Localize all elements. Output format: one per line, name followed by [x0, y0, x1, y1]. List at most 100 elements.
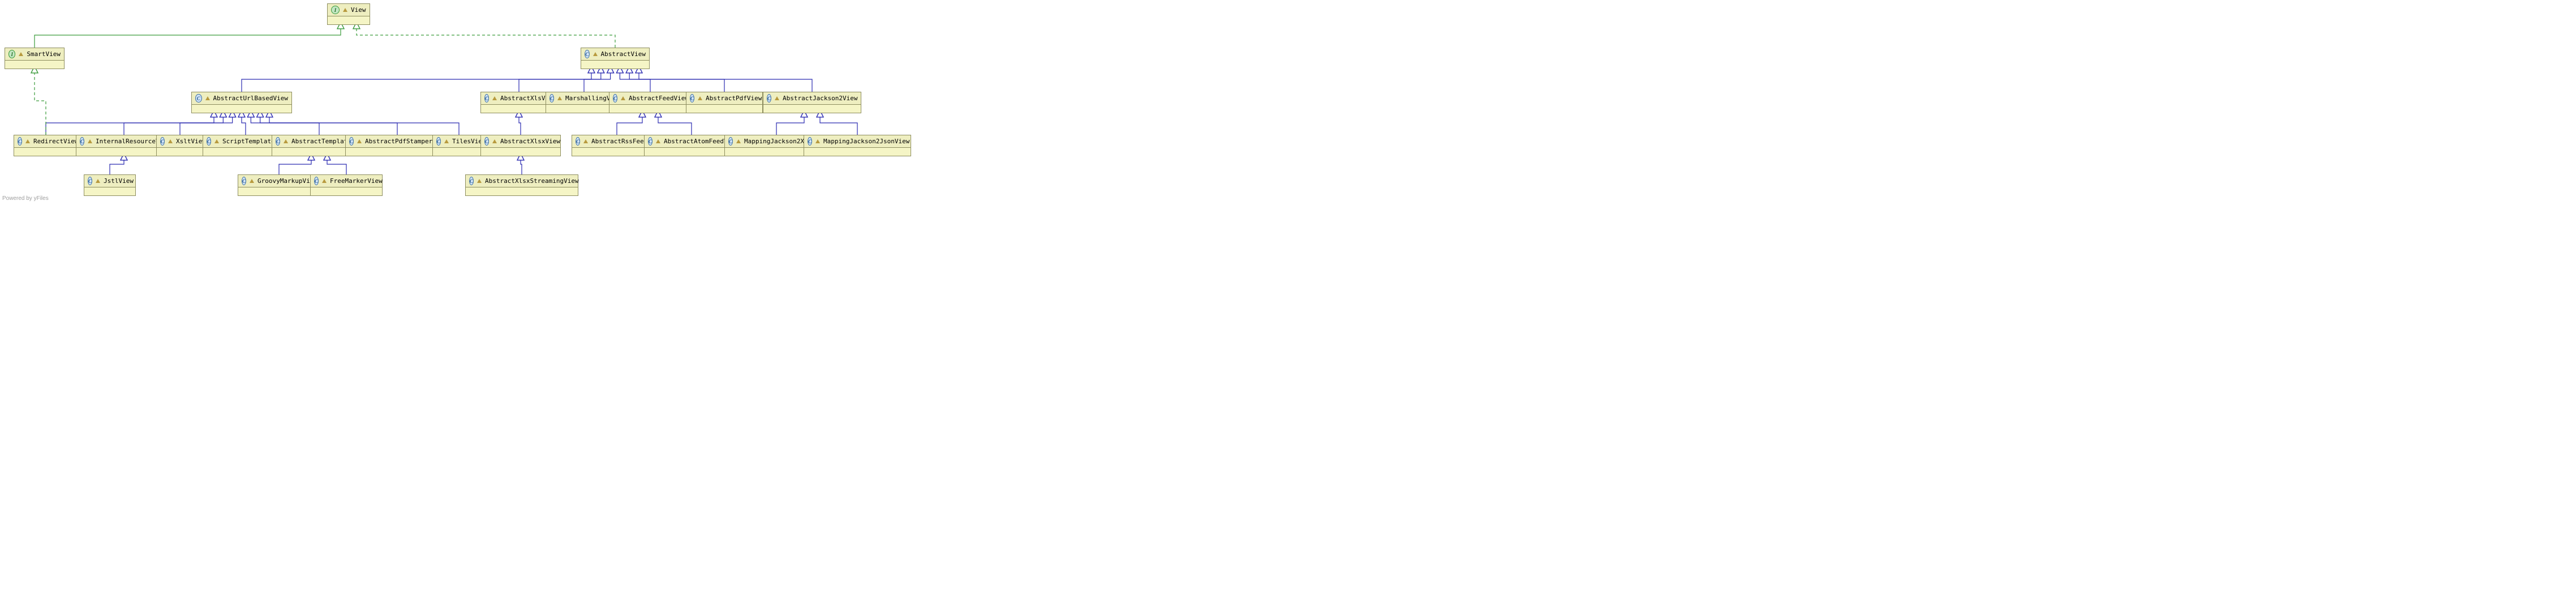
uml-node-body: [763, 105, 861, 113]
hierarchy-triangle-icon: [477, 179, 482, 183]
uml-node-label: View: [351, 6, 366, 14]
class-icon: C: [314, 177, 319, 185]
class-icon: C: [276, 137, 280, 146]
class-icon: C: [576, 137, 580, 146]
uml-node-body: [84, 187, 135, 195]
hierarchy-triangle-icon: [775, 96, 779, 100]
uml-node-label: SmartView: [27, 50, 61, 58]
hierarchy-triangle-icon: [444, 139, 449, 143]
edge-abstractpdfstamp-to-abstracturlbased: [260, 111, 397, 135]
class-icon: C: [808, 137, 812, 146]
uml-node-abstracturlbased[interactable]: CAbstractUrlBasedView: [191, 92, 292, 113]
edge-scripttmpl-to-abstracturlbased: [242, 111, 246, 135]
hierarchy-triangle-icon: [492, 96, 497, 100]
uml-node-label: FreeMarkerView: [330, 177, 383, 185]
uml-node-label: AbstractXlsxView: [500, 138, 560, 145]
edge-abstractjackson2-to-abstractview: [639, 67, 812, 92]
hierarchy-triangle-icon: [557, 96, 562, 100]
uml-node-label: AbstractView: [601, 50, 646, 58]
uml-node-jstl[interactable]: CJstlView: [84, 174, 136, 196]
edge-abstractfeed-to-abstractview: [620, 67, 650, 92]
hierarchy-triangle-icon: [656, 139, 660, 143]
uml-node-freemarker[interactable]: C FreeMarkerView: [310, 174, 383, 196]
edge-abstractatomfeed-to-abstractfeed: [658, 111, 692, 135]
class-icon: C: [242, 177, 246, 185]
uml-node-body: [686, 105, 762, 113]
hierarchy-triangle-icon: [698, 96, 702, 100]
class-icon: C: [728, 137, 733, 146]
uml-node-view[interactable]: IView: [327, 3, 370, 25]
uml-node-abstractview[interactable]: C AbstractView: [581, 48, 650, 69]
hierarchy-triangle-icon: [250, 179, 254, 183]
uml-node-abstractjackson2[interactable]: C AbstractJackson2View: [763, 92, 861, 113]
uml-node-label: AbstractUrlBasedView: [213, 95, 288, 102]
uml-node-xslt[interactable]: C XsltView: [156, 135, 204, 156]
uml-node-body: [466, 187, 578, 195]
hierarchy-triangle-icon: [19, 52, 23, 56]
edge-jstl-to-internalres: [110, 154, 124, 174]
uml-node-redirect[interactable]: CRedirectView: [14, 135, 78, 156]
edge-smartview-to-view: [35, 23, 341, 48]
class-icon: C: [648, 137, 652, 146]
class-icon: C: [18, 137, 22, 146]
uml-node-smartview[interactable]: ISmartView: [5, 48, 65, 69]
hierarchy-triangle-icon: [284, 139, 288, 143]
hierarchy-triangle-icon: [357, 139, 362, 143]
class-icon: C: [484, 137, 489, 146]
uml-node-label: GroovyMarkupView: [257, 177, 317, 185]
hierarchy-triangle-icon: [736, 139, 741, 143]
class-icon: C: [484, 94, 489, 103]
uml-node-body: [481, 148, 560, 156]
uml-node-label: JstlView: [104, 177, 134, 185]
hierarchy-triangle-icon: [343, 8, 347, 12]
class-icon: C: [549, 94, 554, 103]
edge-freemarker-to-abstracttmpl: [327, 154, 346, 174]
hierarchy-triangle-icon: [322, 179, 327, 183]
hierarchy-triangle-icon: [583, 139, 588, 143]
uml-node-label: AbstractFeedView: [629, 95, 689, 102]
hierarchy-triangle-icon: [88, 139, 92, 143]
edge-tiles-to-abstracturlbased: [269, 111, 459, 135]
class-icon: C: [160, 137, 165, 146]
edge-abstracturlbased-to-abstractview: [242, 67, 591, 92]
hierarchy-triangle-icon: [815, 139, 820, 143]
class-icon: C: [585, 50, 590, 58]
hierarchy-triangle-icon: [593, 52, 598, 56]
class-icon: C: [690, 94, 694, 103]
class-icon: C: [767, 94, 771, 103]
edge-mj2json-to-abstractjackson2: [820, 111, 857, 135]
uml-node-body: [192, 105, 291, 113]
class-icon: C: [80, 137, 84, 146]
uml-node-body: [238, 187, 320, 195]
uml-node-body: [581, 61, 649, 69]
hierarchy-triangle-icon: [205, 96, 210, 100]
uml-node-abstractfeed[interactable]: CAbstractFeedView: [609, 92, 692, 113]
edge-xlsxstreaming-to-abstractxlsx: [521, 154, 522, 174]
uml-node-label: AbstractJackson2View: [783, 95, 857, 102]
edge-mj2xml-to-abstractjackson2: [776, 111, 804, 135]
edge-abstractrssfeed-to-abstractfeed: [617, 111, 642, 135]
hierarchy-triangle-icon: [492, 139, 497, 143]
uml-node-mj2json[interactable]: C MappingJackson2JsonView: [804, 135, 911, 156]
edge-xslt-to-abstracturlbased: [180, 111, 233, 135]
uml-node-xlsxstreaming[interactable]: CAbstractXlsxStreamingView: [465, 174, 578, 196]
hierarchy-triangle-icon: [214, 139, 219, 143]
uml-node-label: AbstractXlsxStreamingView: [485, 177, 579, 185]
uml-node-label: XsltView: [176, 138, 206, 145]
uml-node-body: [433, 148, 485, 156]
uml-node-groovymarkup[interactable]: CGroovyMarkupView: [238, 174, 320, 196]
hierarchy-triangle-icon: [25, 139, 30, 143]
uml-node-body: [5, 61, 64, 69]
uml-node-body: [14, 148, 78, 156]
edge-abstractxlsx-to-abstractxlsview: [519, 111, 521, 135]
uml-node-body: [311, 187, 382, 195]
hierarchy-triangle-icon: [96, 179, 100, 183]
uml-node-abstractxlsx[interactable]: C AbstractXlsxView: [480, 135, 561, 156]
edge-redirect-to-abstracturlbased: [46, 111, 214, 135]
edge-abstractpdfview-to-abstractview: [629, 67, 724, 92]
uml-node-label: MappingJackson2JsonView: [823, 138, 909, 145]
uml-node-abstractpdfview[interactable]: CAbstractPdfView: [686, 92, 763, 113]
uml-node-tiles[interactable]: CTilesView: [432, 135, 486, 156]
uml-node-body: [328, 16, 370, 24]
uml-diagram-canvas: Powered by yFiles IViewISmartViewCAbstra…: [0, 0, 883, 204]
